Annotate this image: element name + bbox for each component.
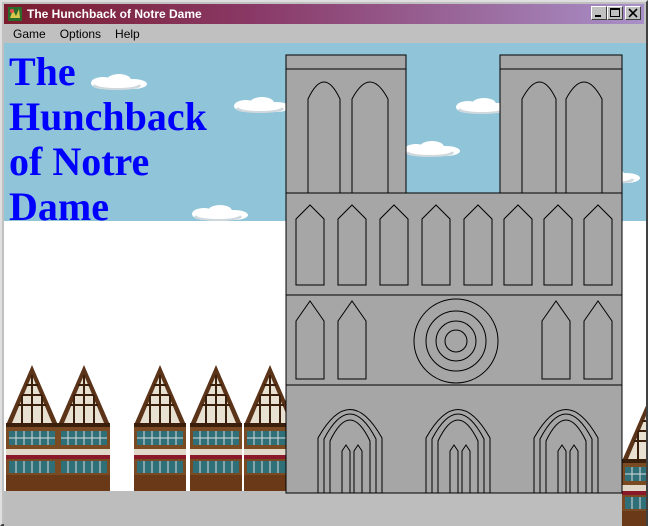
- maximize-icon: [610, 8, 620, 17]
- game-canvas[interactable]: The Hunchback of Notre Dame: [4, 43, 646, 526]
- menu-options[interactable]: Options: [52, 27, 107, 41]
- app-icon[interactable]: [7, 6, 23, 22]
- window-title: The Hunchback of Notre Dame: [27, 7, 202, 21]
- game-title: The Hunchback of Notre Dame: [9, 49, 207, 229]
- cloud: [234, 97, 290, 113]
- title-bar[interactable]: The Hunchback of Notre Dame: [4, 4, 644, 24]
- minimize-button[interactable]: [591, 6, 607, 20]
- maximize-button[interactable]: [607, 6, 623, 20]
- cloud: [404, 141, 460, 157]
- app-window: The Hunchback of Notre Dame Game Options…: [0, 0, 648, 526]
- window-controls: [591, 6, 641, 20]
- menu-game[interactable]: Game: [4, 27, 52, 41]
- close-icon: [628, 8, 638, 18]
- close-button[interactable]: [625, 6, 641, 20]
- menu-help[interactable]: Help: [107, 27, 146, 41]
- menu-bar: Game Options Help: [4, 24, 644, 43]
- minimize-icon: [595, 15, 601, 17]
